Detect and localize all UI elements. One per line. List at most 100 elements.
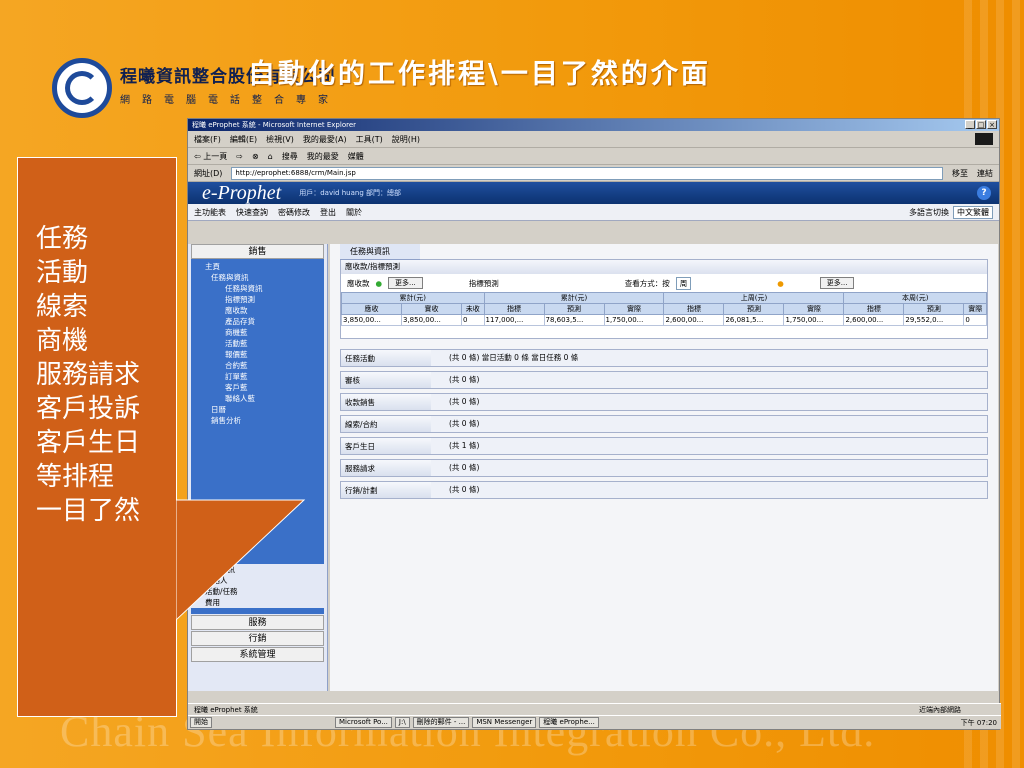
password-button[interactable]: 密碼修改 — [278, 207, 310, 218]
slide-title: 自動化的工作排程\一目了然的介面 — [248, 59, 711, 90]
lightbulb-yellow-icon: ● — [777, 278, 784, 288]
section-count: (共 0 條) 當日活動 0 條 當日任務 0 條 — [449, 353, 579, 362]
callout-line: 線索 — [36, 292, 89, 322]
sidebar-module-button[interactable]: 系統管理 — [191, 647, 324, 662]
section-bar[interactable]: 行銷/計劃 (共 0 條) — [340, 480, 988, 499]
section-count: (共 0 條) — [449, 397, 480, 406]
favorites-button[interactable]: 我的最愛 — [307, 151, 339, 162]
close-button[interactable]: × — [987, 120, 997, 129]
section-count: (共 1 條) — [449, 441, 480, 450]
section-bar[interactable]: 收款銷售 (共 0 條) — [340, 392, 988, 411]
callout-line: 等排程 — [36, 462, 115, 492]
nav-tree-item[interactable]: 任務與資訊 — [191, 272, 324, 283]
forecast-more-button[interactable]: 更多... — [819, 277, 855, 289]
nav-tree-item[interactable]: 指標預測 — [191, 294, 324, 305]
stop-icon[interactable]: ⊗ — [252, 152, 259, 161]
callout-line: 商機 — [36, 326, 89, 356]
logout-button[interactable]: 登出 — [320, 207, 336, 218]
forward-button[interactable]: ⇨ — [236, 152, 243, 161]
menu-view[interactable]: 檢視(V) — [266, 134, 294, 145]
nav-tree-item[interactable]: 報價藍 — [191, 349, 324, 360]
nav-tree-item[interactable]: 銷售分析 — [191, 415, 324, 426]
menu-tools[interactable]: 工具(T) — [356, 134, 383, 145]
taskbar: 開始 Microsoft Po... J:\ 刪除的郵件 - ... MSN Mess… — [188, 715, 1001, 729]
tab-tasks-info[interactable]: 任務與資訊 — [340, 244, 420, 260]
nav-tree-item[interactable]: 任務與資訊 — [191, 283, 324, 294]
column-header: 指標 — [663, 303, 725, 315]
go-button[interactable]: 移至 — [952, 168, 968, 179]
nav-tree-item[interactable]: 聯絡人藍 — [191, 393, 324, 404]
nav-tree-item[interactable]: 合約藍 — [191, 360, 324, 371]
taskbar-item[interactable]: MSN Messenger — [472, 717, 537, 728]
nav-tree-item[interactable]: 活動藍 — [191, 338, 324, 349]
callout-line: 活動 — [36, 258, 89, 288]
section-bar[interactable]: 審核 (共 0 條) — [340, 370, 988, 389]
section-bar[interactable]: 服務請求 (共 0 條) — [340, 458, 988, 477]
nav-tree-item[interactable]: 產品存貨 — [191, 316, 324, 327]
address-bar: 網址(D) http://eprophet:6888/crm/Main.jsp … — [188, 165, 999, 182]
minimize-button[interactable]: _ — [965, 120, 975, 129]
section-bar[interactable]: 任務活動 (共 0 條) 當日活動 0 條 當日任務 0 條 — [340, 348, 988, 367]
column-header: 預測 — [723, 303, 785, 315]
maximize-button[interactable]: □ — [976, 120, 986, 129]
nav-tree-item[interactable]: 商機藍 — [191, 327, 324, 338]
about-button[interactable]: 關於 — [346, 207, 362, 218]
receivable-label: 應收款 — [347, 278, 370, 288]
section-name: 客戶生日 — [341, 437, 431, 454]
section-name: 行銷/計劃 — [341, 481, 431, 498]
nav-tree-item[interactable]: 訂單藍 — [191, 371, 324, 382]
view-mode-select[interactable]: 周 — [675, 276, 692, 290]
callout-text: 任務 活動 線索 商機 服務請求 客戶投訴 客戶生日 等排程 一目了然 — [36, 222, 140, 528]
back-button[interactable]: ⇦ 上一頁 — [194, 151, 227, 162]
section-bar[interactable]: 線索/合約 (共 0 條) — [340, 414, 988, 433]
address-label: 網址(D) — [194, 168, 223, 178]
group-header: 本周(元) — [843, 292, 987, 304]
table-cell: 2,600,00... — [843, 314, 905, 326]
ie-toolbar: ⇦ 上一頁 ⇨ ⊗ ⌂ 搜尋 我的最愛 媒體 — [188, 148, 999, 165]
table-cell: 1,750,00... — [783, 314, 845, 326]
help-icon[interactable]: ? — [977, 186, 991, 200]
table-cell: 1,750,00... — [603, 314, 665, 326]
language-select[interactable]: 中文繁體 — [953, 205, 993, 219]
menu-file[interactable]: 檔案(F) — [194, 134, 221, 145]
sidebar-module-button[interactable]: 行銷 — [191, 631, 324, 646]
taskbar-item[interactable]: Microsoft Po... — [335, 717, 392, 728]
sidebar-header[interactable]: 銷售 — [191, 244, 324, 259]
column-header: 實際 — [783, 303, 845, 315]
status-text: 程曦 eProphet 系統 — [194, 706, 258, 714]
address-input[interactable]: http://eprophet:6888/crm/Main.jsp — [231, 166, 943, 180]
menu-edit[interactable]: 編輯(E) — [230, 134, 257, 145]
table-cell: 26,081,5... — [723, 314, 785, 326]
search-button[interactable]: 搜尋 — [282, 151, 298, 162]
menu-help[interactable]: 說明(H) — [392, 134, 420, 145]
taskbar-item[interactable]: 程曦 eProphe... — [539, 717, 599, 728]
quick-search-button[interactable]: 快速查詢 — [236, 207, 268, 218]
menu-favorites[interactable]: 我的最愛(A) — [303, 134, 347, 145]
eprophet-logo: e-Prophet — [202, 181, 282, 204]
nav-tree-item[interactable]: 客戶藍 — [191, 382, 324, 393]
section-name: 收款銷售 — [341, 393, 431, 410]
callout-line: 客戶生日 — [36, 428, 141, 458]
section-count: (共 0 條) — [449, 485, 480, 494]
receivable-more-button[interactable]: 更多... — [388, 277, 423, 289]
home-icon[interactable]: ⌂ — [268, 152, 273, 161]
start-button[interactable]: 開始 — [190, 717, 212, 728]
taskbar-item[interactable]: J:\ — [394, 717, 410, 728]
media-button[interactable]: 媒體 — [348, 151, 364, 162]
column-header: 實際 — [603, 303, 665, 315]
column-header: 指標 — [843, 303, 905, 315]
main-menu-button[interactable]: 主功能表 — [194, 207, 226, 218]
table-cell: 78,603,5... — [543, 314, 605, 326]
callout-line: 一目了然 — [36, 496, 141, 526]
nav-tree-item[interactable]: 應收款 — [191, 305, 324, 316]
table-cell: 3,850,00... — [400, 314, 462, 326]
group-header: 累計(元) — [483, 292, 665, 304]
section-bar[interactable]: 客戶生日 (共 1 條) — [340, 436, 988, 455]
nav-tree-item[interactable]: 日曆 — [191, 404, 324, 415]
nav-tree-item[interactable]: 主頁 — [191, 261, 324, 272]
taskbar-item[interactable]: 刪除的郵件 - ... — [412, 717, 470, 728]
section-count: (共 0 條) — [449, 463, 480, 472]
links-button[interactable]: 連結 — [977, 168, 993, 179]
ie-title: 程曦 eProphet 系統 - Microsoft Internet Expl… — [192, 121, 357, 129]
receivable-table: 累計(元) 累計(元) 上周(元) 本周(元) 應收 實收 未收 指標 預測 實際 指標 預測… — [341, 292, 987, 338]
